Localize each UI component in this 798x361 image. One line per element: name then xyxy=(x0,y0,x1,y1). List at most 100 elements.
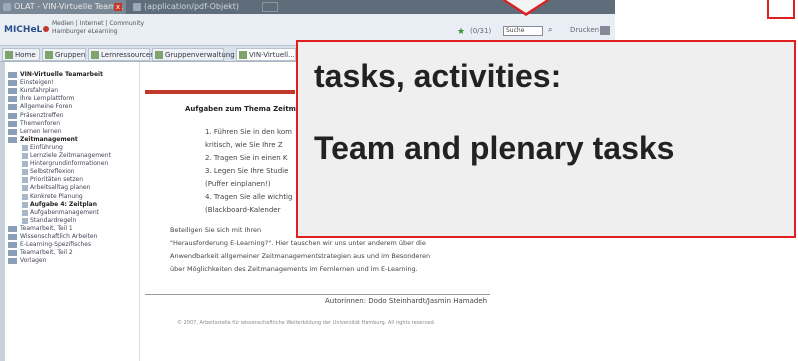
content-header-bar xyxy=(145,90,295,94)
online-count: (0/31) xyxy=(470,27,492,35)
search-icon[interactable]: ⌕ xyxy=(548,25,552,35)
folder-icon xyxy=(8,258,17,265)
folder-icon xyxy=(8,120,17,127)
authors-credit: Autorinnen: Dodo Steinhardt/Jasmin Hamad… xyxy=(325,297,488,305)
content-paragraph-line: Beteiligen Sie sich mit Ihren xyxy=(170,226,262,234)
page-icon xyxy=(22,209,28,216)
sidebar-item-label: Lernziele Zeitmanagement xyxy=(30,152,111,159)
sidebar-item[interactable]: Themenforen xyxy=(8,120,60,128)
sidebar-item[interactable]: Einführung xyxy=(22,144,63,152)
sidebar-item[interactable]: Teamarbeit, Teil 2 xyxy=(8,249,73,257)
callout-box: tasks, activities: Team and plenary task… xyxy=(296,40,796,238)
sidebar-item-label: Einführung xyxy=(30,143,63,151)
folder-icon xyxy=(8,250,17,257)
star-icon[interactable]: ★ xyxy=(457,27,465,37)
sidebar-item-label: Themenforen xyxy=(20,119,61,127)
red-pointer-arrow-fill xyxy=(506,0,546,13)
sidebar-item[interactable]: Standardregeln xyxy=(22,217,76,225)
portal-line-2: Hamburger eLearning xyxy=(52,28,118,35)
nav-tab-vin[interactable]: VIN-Virtuell... xyxy=(236,48,296,61)
sidebar-item-label: Lernen lernen xyxy=(20,127,62,135)
portal-line-1: Medien | Internet | Community xyxy=(52,20,145,27)
search-input[interactable]: Suche xyxy=(503,26,543,36)
sidebar-item-label: Präsenztreffen xyxy=(20,111,64,119)
content-divider xyxy=(145,294,490,295)
sidebar-item[interactable]: Ihre Lernplattform xyxy=(8,95,74,103)
task-step: kritisch, wie Sie Ihre Z xyxy=(205,141,283,149)
group-admin-icon xyxy=(155,51,163,59)
print-link[interactable]: Drucken xyxy=(570,26,599,34)
michel-logo[interactable]: MICHeL xyxy=(4,20,50,40)
sidebar-item[interactable]: Zeitmanagement xyxy=(8,136,78,144)
page-favicon-icon xyxy=(133,3,141,11)
nav-tab-home[interactable]: Home xyxy=(2,48,40,61)
sidebar-item[interactable]: Wissenschaftlich Arbeiten xyxy=(8,233,97,241)
page-icon xyxy=(22,177,28,184)
sidebar-item[interactable]: E-Learning-Spezifisches xyxy=(8,241,91,249)
browser-tab-pdf[interactable]: (application/pdf-Objekt) xyxy=(130,0,260,14)
page-icon xyxy=(22,169,28,176)
page-icon xyxy=(22,201,28,208)
content-paragraph-line: "Herausforderung E-Learning?". Hier taus… xyxy=(170,239,426,247)
folder-icon xyxy=(8,80,17,87)
folder-icon xyxy=(8,242,17,249)
sidebar-item[interactable]: Arbeitsalltag planen xyxy=(22,184,90,192)
page-icon xyxy=(22,185,28,192)
sidebar-item[interactable]: Lernen lernen xyxy=(8,128,62,136)
sidebar-item[interactable]: Allgemeine Foren xyxy=(8,103,72,111)
folder-icon xyxy=(8,72,17,78)
sidebar-item[interactable]: Teamarbeit, Teil 1 xyxy=(8,225,73,233)
folder-icon xyxy=(8,96,17,103)
close-tab-icon[interactable]: x xyxy=(114,3,122,11)
sidebar-item[interactable]: Konkrete Planung xyxy=(22,193,83,201)
nav-tab-lernressourcen[interactable]: Lernressourcen xyxy=(88,48,155,61)
sidebar-item[interactable]: VIN-Virtuelle Teamarbeit xyxy=(8,71,103,79)
sidebar-item-label: VIN-Virtuelle Teamarbeit xyxy=(20,71,103,78)
nav-tab-gruppen[interactable]: Gruppen xyxy=(42,48,86,61)
sidebar-item-label: Vorlagen xyxy=(20,257,47,265)
folder-icon xyxy=(8,225,17,232)
sidebar-item[interactable]: Aufgabenmanagement xyxy=(22,209,99,217)
sidebar-item[interactable]: Präsenztreffen xyxy=(8,112,63,120)
portal-tagline: Medien | Internet | Community Hamburger … xyxy=(52,20,144,36)
page-icon xyxy=(22,161,28,168)
task-step: 2. Tragen Sie in einen K xyxy=(205,154,288,162)
sidebar-item-label: Aufgabe 4: Zeitplan xyxy=(30,200,98,208)
sidebar-item-label: Allgemeine Foren xyxy=(20,103,73,111)
sidebar-item-label: Teamarbeit, Teil 2 xyxy=(20,249,73,257)
sidebar-item[interactable]: Hintergrundinformationen xyxy=(22,160,108,168)
browser-tab-olat[interactable]: OLAT - VIN-Virtuelle Team... x xyxy=(0,0,126,14)
sidebar-item[interactable]: Prioritäten setzen xyxy=(22,176,83,184)
red-highlight-marker xyxy=(767,0,795,19)
new-tab-button[interactable] xyxy=(262,2,278,12)
content-paragraph-line: über Möglichkeiten des Zeitmanagements i… xyxy=(170,265,418,273)
nav-tab-gruppenverwaltung[interactable]: Gruppenverwaltung xyxy=(152,48,235,61)
page-icon xyxy=(22,217,28,224)
task-step: (Puffer einplanen!) xyxy=(205,180,271,188)
callout-body: Team and plenary tasks xyxy=(314,130,675,166)
browser-tab-label: OLAT - VIN-Virtuelle Team... xyxy=(14,2,124,11)
sidebar-item-label: Konkrete Planung xyxy=(30,192,83,200)
callout-heading: tasks, activities: xyxy=(314,58,562,94)
sidebar-item[interactable]: Aufgabe 4: Zeitplan xyxy=(22,201,97,209)
folder-icon xyxy=(8,88,17,95)
sidebar-item-label: Kursfahrplan xyxy=(20,87,59,95)
folder-icon xyxy=(8,128,17,135)
sidebar-item-label: Einsteigen! xyxy=(20,79,54,87)
sidebar-item[interactable]: Kursfahrplan xyxy=(8,87,58,95)
sidebar-item-label: Ihre Lernplattform xyxy=(20,95,75,103)
folder-icon xyxy=(8,234,17,240)
sidebar-item-label: Teamarbeit, Teil 1 xyxy=(20,224,73,232)
sidebar-item[interactable]: Selbstreflexion xyxy=(22,168,75,176)
sidebar-item[interactable]: Lernziele Zeitmanagement xyxy=(22,152,111,160)
sidebar-item[interactable]: Vorlagen xyxy=(8,257,46,265)
sidebar-item-label: Hintergrundinformationen xyxy=(30,160,109,168)
task-step: 1. Führen Sie in den kom xyxy=(205,128,292,136)
sidebar-item-label: Standardregeln xyxy=(30,216,77,224)
home-icon xyxy=(5,51,13,59)
printer-icon[interactable] xyxy=(600,26,610,35)
group-icon xyxy=(45,51,53,59)
copyright-footer: © 2007, Arbeitsstelle für wissenschaftli… xyxy=(177,320,436,326)
sidebar-item[interactable]: Einsteigen! xyxy=(8,79,54,87)
resources-icon xyxy=(91,51,99,59)
